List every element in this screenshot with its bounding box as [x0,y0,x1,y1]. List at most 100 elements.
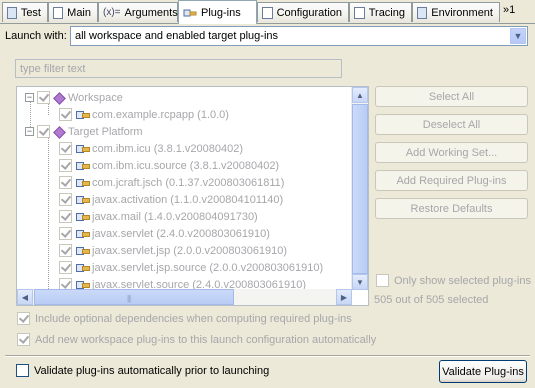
selection-count: 505 out of 505 selected [374,294,489,306]
plugin-tree[interactable]: − Workspace com.example.rcpapp (1.0.0) −… [16,86,369,306]
chevron-down-icon[interactable]: ▼ [510,28,526,44]
tree-item-plugin[interactable]: com.ibm.icu.source (3.8.1.v20080402) [59,157,279,174]
only-show-selected-checkbox[interactable]: Only show selected plug-ins [376,274,531,287]
test-tab-icon [7,6,17,19]
scroll-up-icon[interactable]: ▲ [352,87,368,103]
tree-item-plugin[interactable]: com.ibm.icu (3.8.1.v20080402) [59,140,243,157]
checkbox-box[interactable] [17,333,30,346]
tab-test[interactable]: Test [2,2,48,22]
tab-overflow-button[interactable]: »1 [503,4,515,16]
plugins-tab-icon [183,9,197,16]
tree-item-label: javax.servlet (2.4.0.v200803061910) [92,227,270,240]
arguments-tab-icon: (x)= [103,7,121,18]
tab-arguments-label: Arguments [124,6,178,19]
plugin-group-icon [53,92,65,104]
plugin-group-icon [53,126,65,138]
deselect-all-button[interactable]: Deselect All [375,114,528,135]
add-required-plugins-button[interactable]: Add Required Plug-ins [375,170,528,191]
add-new-workspace-checkbox[interactable]: Add new workspace plug-ins to this launc… [17,333,376,346]
tree-checkbox[interactable] [37,91,50,104]
restore-defaults-button[interactable]: Restore Defaults [375,198,528,219]
include-optional-label: Include optional dependencies when compu… [35,312,352,325]
scroll-down-icon[interactable]: ▼ [352,274,368,290]
add-new-workspace-label: Add new workspace plug-ins to this launc… [35,333,377,346]
tab-configuration[interactable]: Configuration [257,2,349,22]
tree-checkbox[interactable] [59,261,72,274]
filter-placeholder: type filter text [20,62,86,75]
tree-checkbox[interactable] [59,108,72,121]
only-show-selected-label: Only show selected plug-ins [394,274,531,287]
tree-item-plugin[interactable]: javax.mail (1.4.0.v200804091730) [59,208,258,225]
tree-item-plugin[interactable]: javax.activation (1.1.0.v200804101140) [59,191,283,208]
scroll-right-icon[interactable]: ▶ [336,289,352,305]
tree-item-label: javax.servlet.jsp (2.0.0.v200803061910) [92,244,288,257]
plugin-icon [75,159,90,172]
tree-checkbox[interactable] [59,210,72,223]
tree-item-plugin[interactable]: com.jcraft.jsch (0.1.37.v200803061811) [59,174,284,191]
tree-checkbox[interactable] [37,125,50,138]
tab-plugins[interactable]: Plug-ins [178,0,257,24]
plugin-icon [75,142,90,155]
add-working-set-button[interactable]: Add Working Set... [375,142,528,163]
tab-plugins-label: Plug-ins [201,6,241,19]
tree-item-target-platform[interactable]: − Target Platform [25,123,143,140]
tree-item-label: com.example.rcpapp (1.0.0) [92,108,229,121]
tracing-tab-icon [354,6,365,19]
plugin-icon [75,193,90,206]
tab-tracing[interactable]: Tracing [349,2,412,22]
tab-bar: Test Main (x)= Arguments Plug-ins Config… [0,0,535,24]
validate-automatically-label: Validate plug-ins automatically prior to… [34,364,270,377]
tree-item-label: com.ibm.icu (3.8.1.v20080402) [92,142,244,155]
collapse-icon[interactable]: − [25,93,34,102]
tab-arguments[interactable]: (x)= Arguments [98,2,178,22]
plugin-icon [75,108,90,121]
tree-checkbox[interactable] [59,227,72,240]
tree-item-label: com.jcraft.jsch (0.1.37.v200803061811) [92,176,285,189]
tree-checkbox[interactable] [59,193,72,206]
tree-item-workspace[interactable]: − Workspace [25,89,123,106]
launch-with-combo[interactable]: all workspace and enabled target plug-in… [70,26,528,46]
checkbox-box[interactable] [17,312,30,325]
scroll-left-icon[interactable]: ◀ [17,289,33,305]
tab-main-label: Main [67,6,91,19]
plugin-icon [75,244,90,257]
launch-with-value: all workspace and enabled target plug-in… [75,30,279,42]
checkbox-box[interactable] [376,274,389,287]
horizontal-scroll-thumb[interactable]: ||| [34,289,234,305]
plugin-icon [75,227,90,240]
tree-item-plugin[interactable]: com.example.rcpapp (1.0.0) [59,106,229,123]
tab-main[interactable]: Main [48,2,98,22]
environment-tab-icon [417,6,428,19]
vertical-scroll-thumb[interactable] [352,104,368,274]
horizontal-scrollbar[interactable]: ◀ ||| ▶ [17,289,352,305]
tree-item-label: javax.activation (1.1.0.v200804101140) [92,193,284,206]
tab-environment[interactable]: Environment [412,2,500,22]
tree-item-label: javax.mail (1.4.0.v200804091730) [92,210,258,223]
collapse-icon[interactable]: − [25,127,34,136]
validate-automatically-checkbox[interactable]: Validate plug-ins automatically prior to… [16,364,269,377]
launch-with-label: Launch with: [5,30,67,42]
tree-checkbox[interactable] [59,142,72,155]
filter-input[interactable]: type filter text [15,59,342,78]
tree-item-label: javax.servlet.jsp.source (2.0.0.v2008030… [92,261,324,274]
tab-test-label: Test [20,6,41,19]
tree-checkbox[interactable] [59,159,72,172]
validate-plugins-button[interactable]: Validate Plug-ins [439,360,527,383]
include-optional-checkbox[interactable]: Include optional dependencies when compu… [17,312,352,325]
main-tab-icon [53,6,64,19]
tree-item-plugin[interactable]: javax.servlet (2.4.0.v200803061910) [59,225,270,242]
tree-item-label: Target Platform [68,125,143,138]
tree-item-plugin[interactable]: javax.servlet.jsp (2.0.0.v200803061910) [59,242,287,259]
tab-tracing-label: Tracing [368,6,405,19]
configuration-tab-icon [262,6,273,19]
checkbox-box[interactable] [16,364,29,377]
vertical-scrollbar[interactable]: ▲ ▼ [351,87,368,290]
tree-checkbox[interactable] [59,176,72,189]
plugin-icon [75,261,90,274]
tree-checkbox[interactable] [59,244,72,257]
tab-environment-label: Environment [431,6,493,19]
select-all-button[interactable]: Select All [375,86,528,107]
scroll-grip-icon: ||| [127,294,131,303]
tree-item-label: Workspace [68,91,123,104]
tree-item-plugin[interactable]: javax.servlet.jsp.source (2.0.0.v2008030… [59,259,323,276]
